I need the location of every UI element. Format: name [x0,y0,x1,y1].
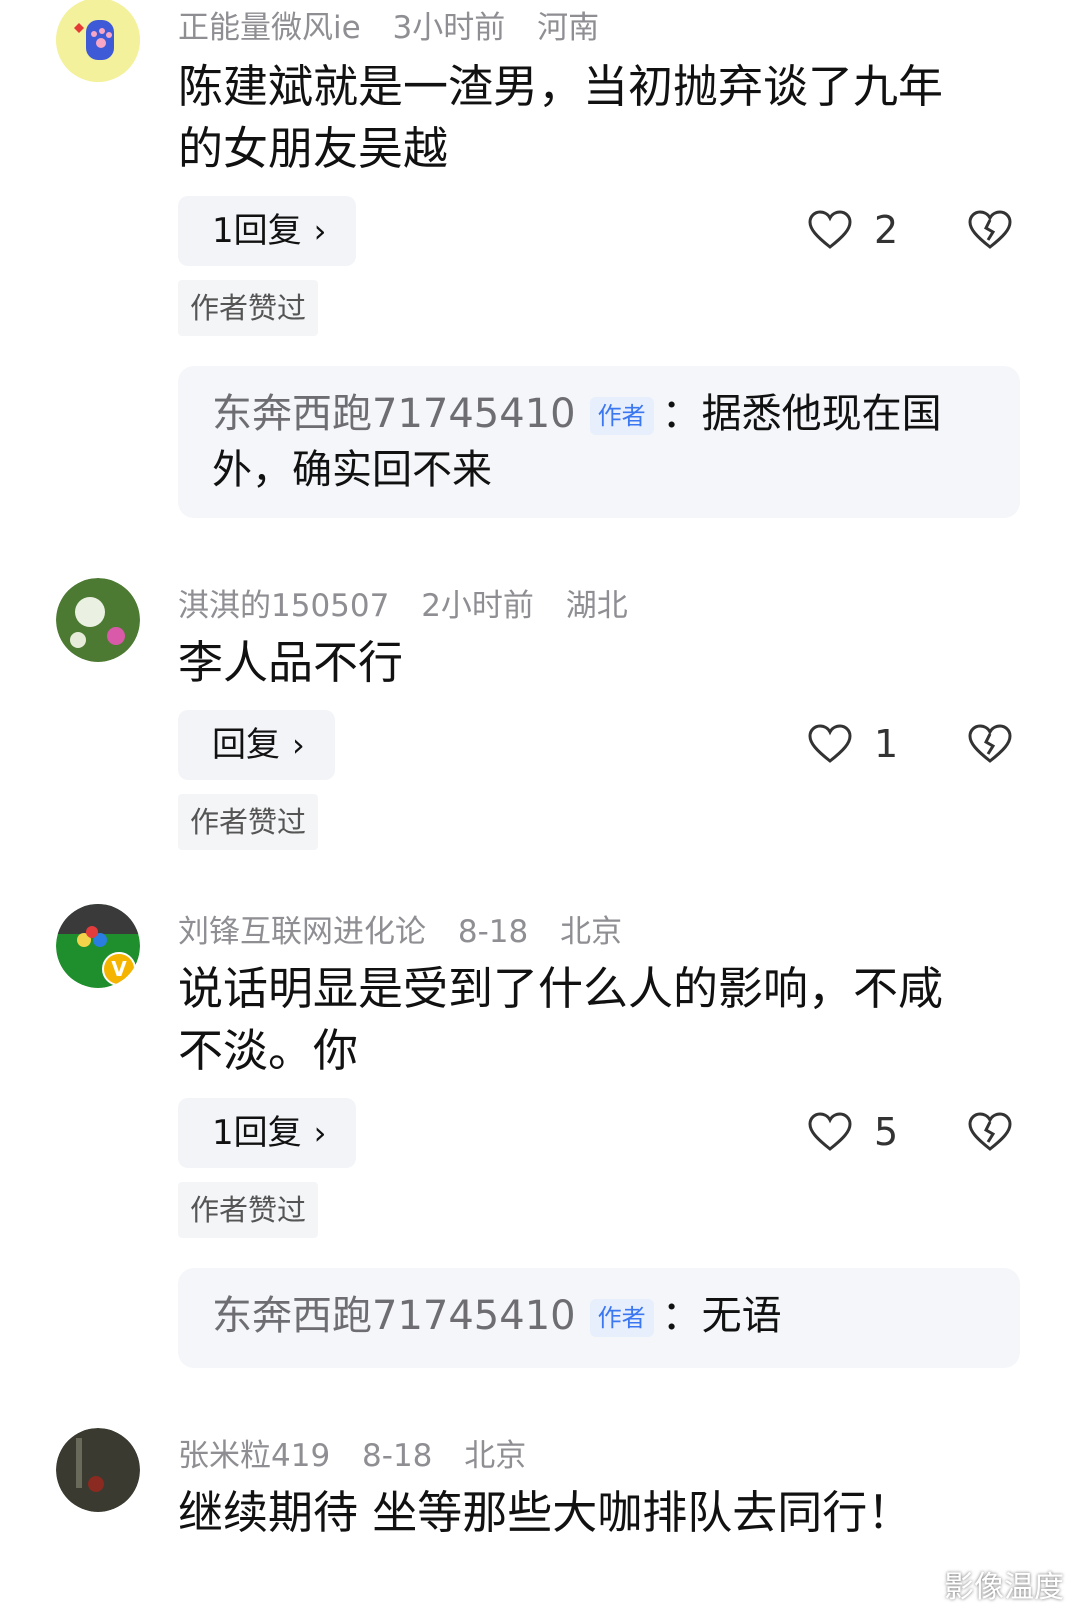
broken-heart-icon [968,210,1012,249]
broken-heart-icon [968,724,1012,763]
location: 北京 [560,914,623,950]
dislike-button[interactable] [968,724,1012,768]
paw-icon [56,0,140,82]
dark-photo-avatar-icon [56,1428,140,1512]
author-tag: 作者 [589,1299,654,1337]
heart-icon [808,1112,852,1151]
comment-line: 继续期待 坐等那些大咖排队去同行！ [178,1486,913,1539]
like-button[interactable]: 2 [808,208,898,252]
sub-reply-text: ：据悉他现在国 [661,391,942,437]
chevron-right-icon: › [313,212,327,250]
timestamp: 8-18 [457,914,529,950]
like-button[interactable]: 1 [808,722,898,766]
heart-icon [808,210,852,249]
location: 北京 [464,1438,527,1474]
comment-text: 陈建斌就是一渣男，当初抛弃谈了九年 的女朋友吴越 [178,56,1018,180]
comment-line: 李人品不行 [178,636,404,689]
sub-reply-username[interactable]: 东奔西跑71745410 [212,1293,576,1339]
username[interactable]: 刘锋互联网进化论 [178,914,426,950]
comment-meta: 刘锋互联网进化论 8-18 北京 [178,906,644,951]
reply-label: 回复 [212,725,280,765]
sub-reply[interactable]: 东奔西跑71745410 作者 ：无语 [178,1268,1020,1368]
timestamp: 2小时前 [421,588,534,624]
avatar[interactable] [56,578,140,662]
username[interactable]: 张米粒419 [178,1438,330,1474]
sub-reply-text: 外，确实回不来 [212,447,492,493]
reply-button[interactable]: 回复 › [178,710,335,780]
comment-line: 不淡。你 [178,1024,359,1077]
reply-label: 1回复 [212,1113,302,1153]
verified-badge-icon: V [102,952,136,986]
location: 河南 [537,10,600,46]
like-count: 2 [874,208,899,252]
username[interactable]: 正能量微风ie [178,10,361,46]
like-count: 5 [874,1110,899,1154]
timestamp: 3小时前 [392,10,506,46]
comment-text: 说话明显是受到了什么人的影响，不咸 不淡。你 [178,958,1018,1082]
watermark: 影像温度 [944,1570,1064,1605]
comment-meta: 淇淇的150507 2小时前 湖北 [178,580,650,625]
reply-label: 1回复 [212,211,302,251]
broken-heart-icon [968,1112,1012,1151]
username[interactable]: 淇淇的150507 [178,588,389,624]
comment-line: 的女朋友吴越 [178,122,449,175]
author-liked-badge: 作者赞过 [178,794,319,850]
reply-button[interactable]: 1回复 › [178,1098,357,1168]
dislike-button[interactable] [968,210,1012,254]
location: 湖北 [565,588,628,624]
comment-meta: 正能量微风ie 3小时前 河南 [178,2,621,47]
comment-meta: 张米粒419 8-18 北京 [178,1430,548,1475]
comment-line: 陈建斌就是一渣男，当初抛弃谈了九年 [178,60,944,113]
comment-line: 说话明显是受到了什么人的影响，不咸 [178,962,944,1015]
flower-avatar-icon [56,578,140,662]
sub-reply[interactable]: 东奔西跑71745410 作者 ：据悉他现在国 外，确实回不来 [178,366,1020,518]
author-liked-badge: 作者赞过 [178,280,319,336]
avatar[interactable]: V [56,904,140,988]
timestamp: 8-18 [362,1438,433,1474]
comment-text: 李人品不行 [178,632,1018,694]
like-count: 1 [874,722,899,766]
dislike-button[interactable] [968,1112,1012,1156]
heart-icon [808,724,852,763]
chevron-right-icon: › [292,726,305,764]
avatar[interactable] [56,1428,140,1512]
author-tag: 作者 [589,397,654,435]
sub-reply-username[interactable]: 东奔西跑71745410 [212,391,576,437]
reply-button[interactable]: 1回复 › [178,196,357,266]
sub-reply-text: ：无语 [661,1293,782,1339]
comment-text: 继续期待 坐等那些大咖排队去同行！ [178,1482,1018,1544]
chevron-right-icon: › [313,1114,327,1152]
avatar[interactable] [56,0,140,82]
like-button[interactable]: 5 [808,1110,898,1154]
author-liked-badge: 作者赞过 [178,1182,319,1238]
